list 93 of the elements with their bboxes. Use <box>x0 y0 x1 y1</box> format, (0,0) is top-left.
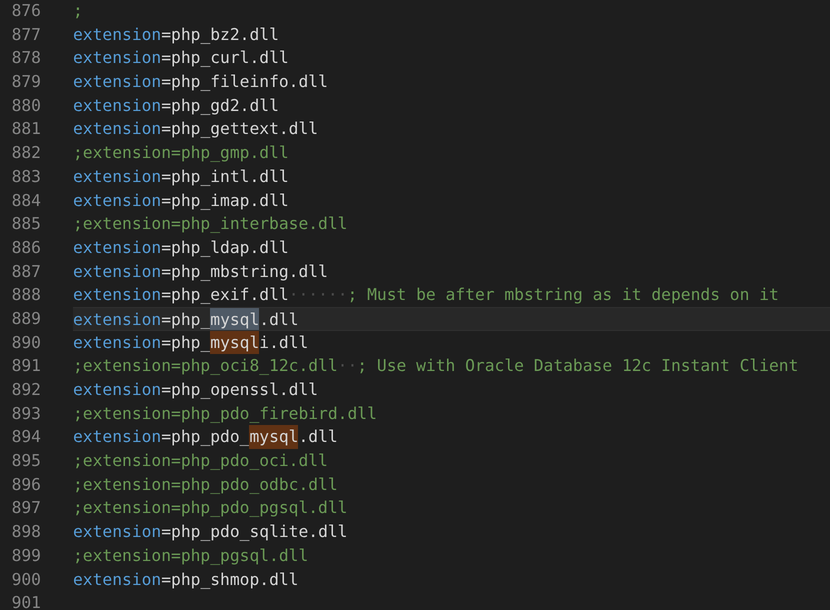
comment: ; Must be after mbstring as it depends on it <box>348 284 779 306</box>
line-number: 887 <box>10 260 41 283</box>
config-key: extension <box>73 520 162 544</box>
config-value: php_mbstring.dll <box>171 260 328 283</box>
config-key: extension <box>73 330 162 354</box>
config-value: php_intl.dll <box>171 166 289 188</box>
equals-sign: = <box>161 332 172 354</box>
config-key: extension <box>73 94 162 118</box>
comment: ;extension=php_pdo_odbc.dll <box>73 474 338 496</box>
config-key: extension <box>73 378 162 402</box>
config-value: i.dll <box>259 332 308 354</box>
line-number: 901 <box>10 592 41 610</box>
config-value: php_gd2.dll <box>171 94 279 117</box>
config-key: extension <box>73 425 162 450</box>
comment: ;extension=php_pgsql.dll <box>73 544 308 567</box>
config-value: php_pdo_ <box>171 426 250 448</box>
line-number: 897 <box>10 497 41 520</box>
config-key: extension <box>73 283 162 307</box>
line-number: 881 <box>10 118 41 140</box>
comment: ;extension=php_pdo_firebird.dll <box>73 402 377 425</box>
line-number: 886 <box>10 236 41 259</box>
line-number: 899 <box>10 544 41 567</box>
line-number: 895 <box>10 450 41 472</box>
config-value: php_bz2.dll <box>171 24 279 46</box>
config-value: php_pdo_sqlite.dll <box>171 521 348 544</box>
comment: ;extension=php_pdo_oci.dll <box>73 450 328 472</box>
whitespace-marker: ·· <box>338 355 358 378</box>
line-number: 888 <box>10 284 41 306</box>
equals-sign: = <box>161 24 172 46</box>
line-number: 900 <box>10 568 41 590</box>
equals-sign: = <box>161 71 172 94</box>
config-value: php_exif.dll <box>171 284 289 306</box>
equals-sign: = <box>161 379 172 401</box>
line-number: 893 <box>10 402 41 425</box>
config-key: extension <box>73 236 162 260</box>
config-key: extension <box>73 22 162 46</box>
config-value: php_ldap.dll <box>171 236 289 259</box>
config-value: php_shmop.dll <box>171 568 298 591</box>
config-value: php_openssl.dll <box>171 379 318 401</box>
search-match: mysql <box>210 330 260 354</box>
config-value: php_curl.dll <box>171 47 289 70</box>
whitespace-marker: ······ <box>288 284 348 306</box>
equals-sign: = <box>161 308 172 330</box>
line-number: 878 <box>10 47 41 70</box>
line-number: 880 <box>10 94 41 117</box>
config-value: .dll <box>298 426 338 448</box>
line-number: 876 <box>10 0 41 22</box>
line-number: 882 <box>10 142 41 164</box>
line-number: 883 <box>10 166 41 188</box>
comment: ;extension=php_pdo_pgsql.dll <box>73 497 348 520</box>
config-key: extension <box>73 164 162 188</box>
line-number: 889 <box>10 308 41 330</box>
equals-sign: = <box>161 118 172 140</box>
config-value: php_ <box>171 308 210 330</box>
equals-sign: = <box>161 47 172 70</box>
line-number: 896 <box>10 474 41 496</box>
comment: ;extension=php_interbase.dll <box>73 213 348 236</box>
comment: ; Use with Oracle Database 12c Instant Client <box>357 355 798 378</box>
config-key: extension <box>73 117 162 142</box>
config-key: extension <box>73 260 162 284</box>
line-number: 890 <box>10 332 41 354</box>
config-key: extension <box>73 70 162 94</box>
line-number: 892 <box>10 379 41 401</box>
config-key: extension <box>73 568 162 592</box>
equals-sign: = <box>161 260 172 283</box>
equals-sign: = <box>161 94 172 117</box>
line-number: 877 <box>10 24 41 46</box>
equals-sign: = <box>161 190 172 212</box>
line-number: 894 <box>10 426 41 448</box>
config-key: extension <box>73 308 162 330</box>
config-key: extension <box>73 46 162 70</box>
equals-sign: = <box>161 426 172 448</box>
line-number: 879 <box>10 71 41 94</box>
config-key: extension <box>73 188 162 212</box>
config-value: .dll <box>259 308 298 330</box>
config-value: php_imap.dll <box>171 190 289 212</box>
equals-sign: = <box>161 568 172 590</box>
line-number: 885 <box>10 213 41 236</box>
line-number: 891 <box>10 355 41 378</box>
selected-text: mysql <box>210 308 260 330</box>
comment: ; <box>73 0 83 22</box>
comment: ;extension=php_oci8_12c.dll <box>73 355 338 378</box>
line-number: 898 <box>10 521 41 544</box>
comment: ;extension=php_gmp.dll <box>73 142 289 164</box>
config-value: php_gettext.dll <box>171 118 318 140</box>
equals-sign: = <box>161 521 172 544</box>
equals-sign: = <box>161 166 172 188</box>
search-match: mysql <box>249 425 298 450</box>
config-value: php_ <box>171 332 210 354</box>
line-number: 884 <box>10 190 41 212</box>
config-value: php_fileinfo.dll <box>171 71 328 94</box>
equals-sign: = <box>161 284 172 306</box>
equals-sign: = <box>161 236 172 259</box>
